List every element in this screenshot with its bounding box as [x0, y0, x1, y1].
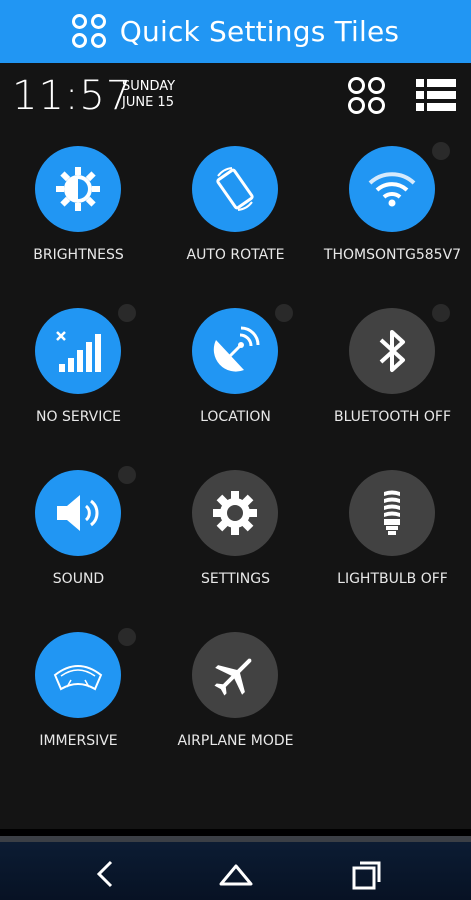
date-label: JUNE 15 — [122, 95, 174, 110]
tile-label: IMMERSIVE — [39, 733, 118, 749]
tile-bluetooth[interactable]: BLUETOOTH OFF — [314, 304, 471, 458]
tile-indicator-dot — [118, 304, 136, 322]
clock: 11:57 — [12, 73, 133, 119]
bluetooth-icon — [379, 330, 405, 372]
date-display: SUNDAY JUNE 15 — [122, 79, 175, 111]
tile-auto-rotate-button[interactable] — [192, 146, 278, 232]
tile-label: NO SERVICE — [36, 409, 121, 425]
tile-brightness[interactable]: BRIGHTNESS — [0, 146, 157, 296]
home-icon[interactable] — [216, 854, 256, 894]
quick-settings-panel: 11:57 SUNDAY JUNE 15 BRIGHTNESS AUTO ROT… — [0, 63, 471, 829]
day-label: SUNDAY — [122, 79, 176, 94]
tile-lightbulb-button[interactable] — [349, 470, 435, 556]
location-icon — [213, 326, 260, 372]
tile-sound-button[interactable] — [35, 470, 121, 556]
tiles-grid-icon[interactable] — [348, 77, 386, 115]
tile-settings[interactable]: SETTINGS — [157, 470, 314, 620]
tile-label: BLUETOOTH OFF — [333, 409, 452, 425]
app-header: Quick Settings Tiles — [0, 0, 471, 63]
gear-icon — [213, 491, 257, 535]
tile-brightness-button[interactable] — [35, 146, 121, 232]
tile-lightbulb[interactable]: LIGHTBULB OFF — [314, 470, 471, 620]
tile-wifi-button[interactable] — [349, 146, 435, 232]
tile-label: AUTO ROTATE — [186, 247, 285, 263]
tile-indicator-dot — [275, 304, 293, 322]
navigation-bar — [0, 836, 471, 900]
tile-settings-button[interactable] — [192, 470, 278, 556]
tile-label: THOMSONTG585V7 — [323, 247, 462, 263]
tile-indicator-dot — [118, 466, 136, 484]
wifi-icon — [368, 172, 416, 207]
tile-label: BRIGHTNESS — [33, 247, 124, 263]
list-view-icon[interactable] — [416, 79, 456, 111]
tile-indicator-dot — [432, 142, 450, 160]
lightbulb-icon — [384, 490, 400, 535]
tile-label: LIGHTBULB OFF — [337, 571, 448, 587]
tile-immersive-button[interactable] — [35, 632, 121, 718]
tile-airplane-button[interactable] — [192, 632, 278, 718]
tile-sound[interactable]: SOUND — [0, 466, 157, 620]
auto-rotate-icon — [216, 167, 254, 211]
back-icon[interactable] — [86, 854, 126, 894]
tile-airplane-mode[interactable]: AIRPLANE MODE — [157, 632, 314, 782]
tile-bluetooth-button[interactable] — [349, 308, 435, 394]
airplane-icon — [214, 658, 252, 696]
tile-no-service[interactable]: NO SERVICE — [0, 304, 157, 458]
tile-immersive[interactable]: IMMERSIVE — [0, 628, 157, 782]
tile-label: SETTINGS — [201, 571, 270, 587]
tile-location[interactable]: LOCATION — [157, 304, 314, 458]
signal-icon — [56, 331, 101, 372]
tile-label: LOCATION — [200, 409, 271, 425]
immersive-icon — [53, 665, 103, 691]
tile-label: AIRPLANE MODE — [177, 733, 294, 749]
app-title: Quick Settings Tiles — [119, 15, 400, 48]
tile-indicator-dot — [432, 304, 450, 322]
recents-icon[interactable] — [346, 854, 386, 894]
sound-icon — [57, 495, 99, 531]
brightness-icon — [56, 167, 100, 211]
tile-location-button[interactable] — [192, 308, 278, 394]
tile-label: SOUND — [52, 571, 105, 587]
status-row: 11:57 SUNDAY JUNE 15 — [0, 63, 471, 127]
tile-indicator-dot — [118, 628, 136, 646]
tile-no-service-button[interactable] — [35, 308, 121, 394]
app-logo-icon — [71, 13, 108, 50]
tile-wifi[interactable]: THOMSONTG585V7 — [314, 142, 471, 296]
tile-auto-rotate[interactable]: AUTO ROTATE — [157, 146, 314, 296]
